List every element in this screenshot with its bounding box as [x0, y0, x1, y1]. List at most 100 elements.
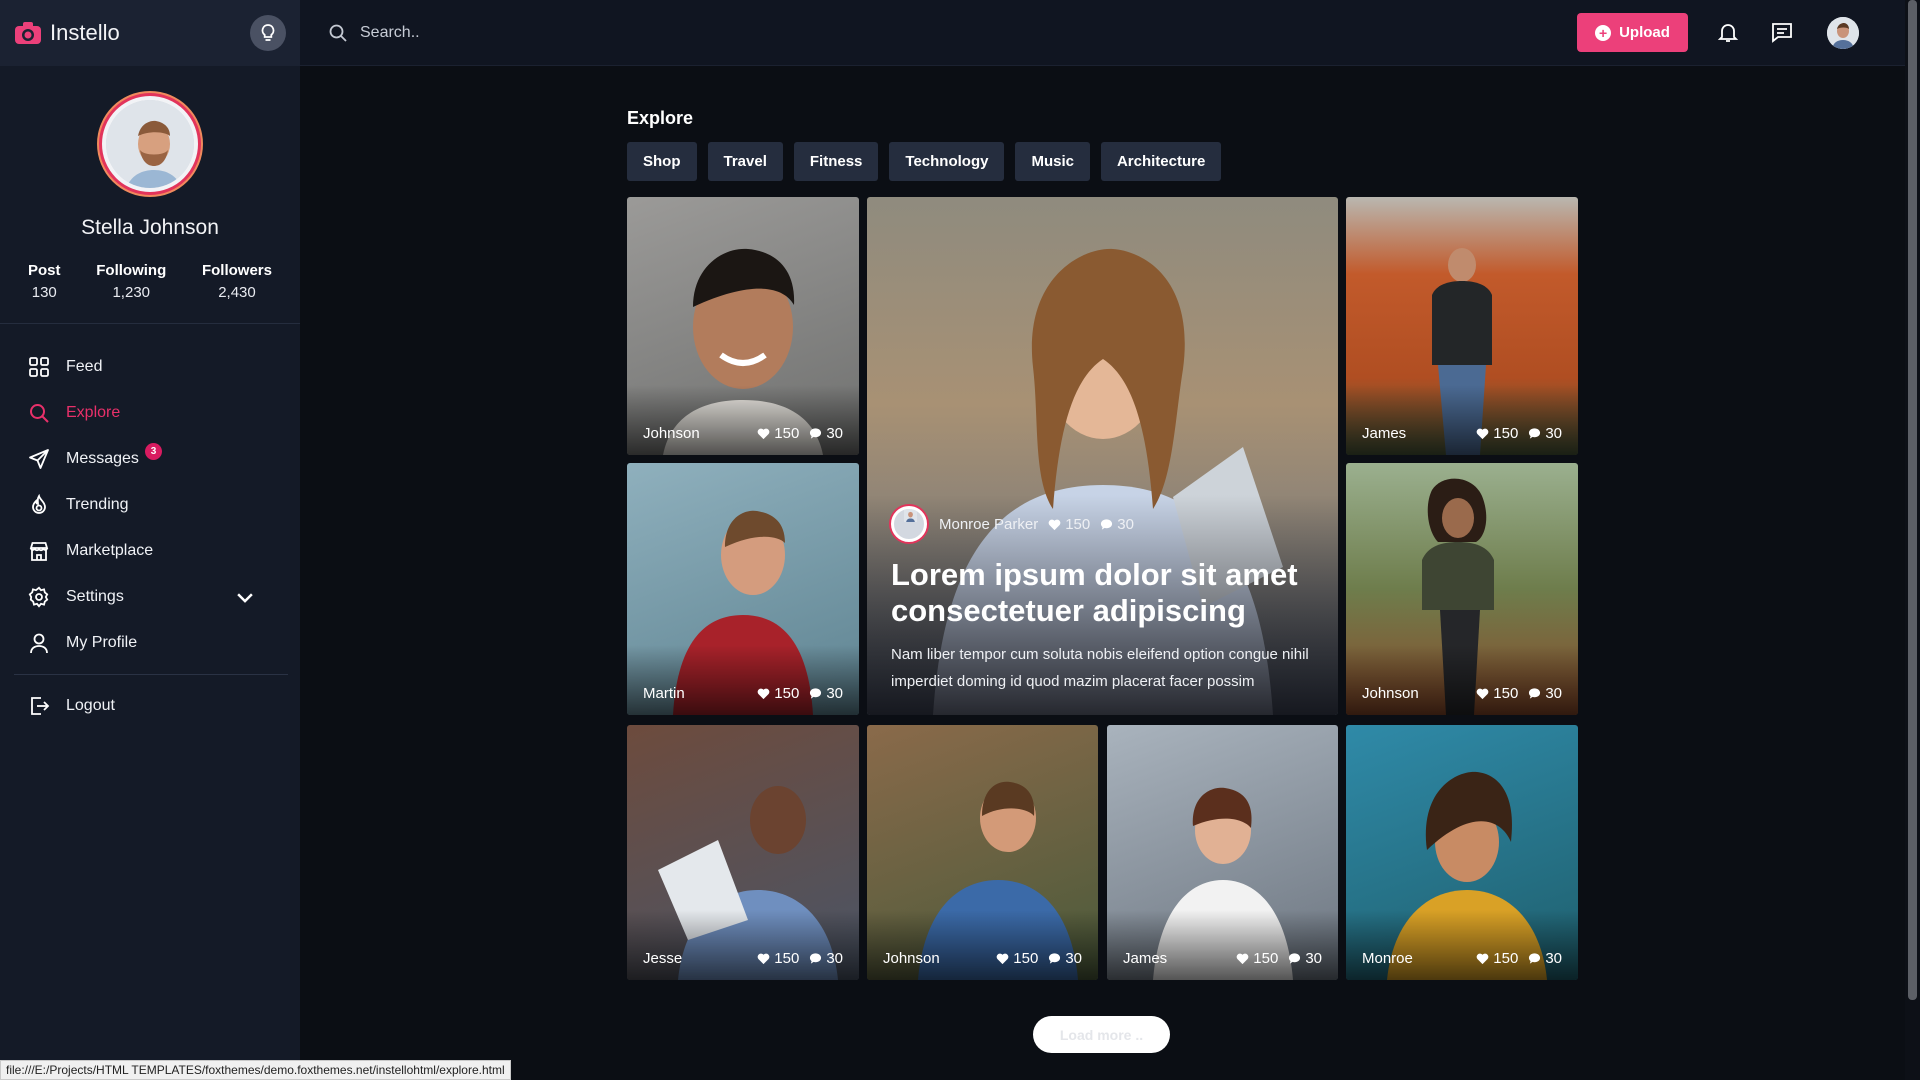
user-avatar[interactable] — [1827, 17, 1859, 49]
photo-card[interactable]: Johnson 150 30 — [627, 197, 859, 455]
photo-card[interactable]: Johnson 150 30 — [1346, 463, 1578, 715]
card-author[interactable]: James — [1362, 425, 1406, 442]
card-author[interactable]: Martin — [643, 685, 685, 702]
search-icon — [329, 24, 347, 42]
fire-icon — [32, 494, 46, 514]
stat-label: Post — [28, 262, 61, 279]
photo-card[interactable]: Monroe 150 30 — [1346, 725, 1578, 980]
sidebar-item-marketplace[interactable]: Marketplace — [0, 528, 300, 574]
card-author[interactable]: Jesse — [643, 950, 682, 967]
heart-icon[interactable] — [1476, 952, 1489, 965]
logout-label: Logout — [66, 697, 115, 714]
heart-icon[interactable] — [1048, 518, 1061, 531]
load-more-button[interactable]: Load more .. — [1033, 1016, 1170, 1053]
explore-grid: Johnson 150 30 Monroe Parker 150 30 Lore… — [627, 197, 1578, 980]
comment-icon[interactable] — [809, 952, 822, 965]
camera-logo-icon[interactable] — [14, 21, 42, 45]
card-author[interactable]: Johnson — [643, 425, 700, 442]
sidebar-item-trending[interactable]: Trending — [0, 482, 300, 528]
chevron-down-icon[interactable] — [234, 586, 256, 608]
comment-count: 30 — [1545, 950, 1562, 967]
featured-author-name[interactable]: Monroe Parker — [939, 516, 1038, 533]
comment-icon[interactable] — [1100, 518, 1113, 531]
brand-name[interactable]: Instello — [50, 20, 120, 46]
theme-toggle-button[interactable] — [250, 15, 286, 51]
vertical-scrollbar[interactable] — [1905, 0, 1920, 1080]
photo-card[interactable]: Jesse 150 30 — [627, 725, 859, 980]
search-input[interactable] — [360, 23, 860, 42]
category-shop[interactable]: Shop — [627, 142, 697, 181]
sidebar-item-label: Marketplace — [66, 542, 154, 559]
comment-icon[interactable] — [1528, 687, 1541, 700]
category-architecture[interactable]: Architecture — [1100, 142, 1222, 181]
stat-following[interactable]: Following 1,230 — [96, 262, 166, 301]
sidebar-item-settings[interactable]: Settings — [0, 574, 300, 620]
gear-icon — [28, 586, 49, 608]
scrollbar-thumb[interactable] — [1908, 0, 1917, 1000]
photo-shade — [1107, 910, 1338, 980]
search-bar — [328, 23, 860, 43]
sidebar-item-label: Trending — [66, 496, 129, 513]
featured-post-card[interactable]: Monroe Parker 150 30 Lorem ipsum dolor s… — [867, 197, 1338, 715]
sidebar-item-messages[interactable]: Messages 3 — [0, 436, 300, 482]
comment-count: 30 — [826, 425, 843, 442]
bell-icon[interactable] — [1716, 20, 1740, 44]
photo-card[interactable]: James 150 30 — [1346, 197, 1578, 455]
chat-icon[interactable] — [1770, 20, 1794, 44]
featured-post-title[interactable]: Lorem ipsum dolor sit amet consectetuer … — [891, 557, 1314, 629]
card-author[interactable]: Johnson — [883, 950, 940, 967]
heart-icon[interactable] — [757, 952, 770, 965]
photo-card[interactable]: Johnson 150 30 — [867, 725, 1098, 980]
heart-icon[interactable] — [1476, 687, 1489, 700]
heart-icon[interactable] — [757, 687, 770, 700]
category-music[interactable]: Music — [1015, 142, 1090, 181]
sidebar-item-feed[interactable]: Feed — [0, 344, 300, 390]
photo-card[interactable]: James 150 30 — [1107, 725, 1338, 980]
comment-icon[interactable] — [809, 687, 822, 700]
like-count: 150 — [1013, 950, 1039, 967]
logout-button[interactable]: Logout — [0, 683, 300, 729]
like-count: 150 — [774, 425, 800, 442]
upload-button[interactable]: + Upload — [1577, 13, 1688, 52]
heart-icon[interactable] — [1236, 952, 1249, 965]
lightbulb-icon — [261, 24, 275, 41]
heart-icon[interactable] — [1476, 427, 1489, 440]
card-meta: 150 30 — [1476, 425, 1562, 442]
comment-icon[interactable] — [1048, 952, 1061, 965]
topbar: + Upload — [300, 0, 1905, 66]
sidebar-item-label: Messages — [66, 450, 139, 467]
store-icon — [29, 542, 49, 561]
comment-icon[interactable] — [1528, 952, 1541, 965]
plus-icon: + — [1595, 24, 1612, 41]
heart-icon[interactable] — [757, 427, 770, 440]
card-author[interactable]: Monroe — [1362, 950, 1413, 967]
profile-avatar[interactable] — [102, 96, 198, 192]
photo-shade — [1346, 910, 1578, 980]
card-meta: 150 30 — [1236, 950, 1322, 967]
category-travel[interactable]: Travel — [707, 142, 783, 181]
category-technology[interactable]: Technology — [889, 142, 1005, 181]
featured-author-avatar[interactable] — [891, 506, 927, 542]
card-meta: 150 30 — [757, 950, 843, 967]
profile-name: Stella Johnson — [81, 216, 219, 239]
card-author[interactable]: Johnson — [1362, 685, 1419, 702]
photo-card[interactable]: Martin 150 30 — [627, 463, 859, 715]
comment-icon[interactable] — [1528, 427, 1541, 440]
sidebar-nav: Feed Explore Messages 3 Trending Marketp… — [0, 324, 300, 729]
sidebar-item-explore[interactable]: Explore — [0, 390, 300, 436]
comment-icon[interactable] — [1288, 952, 1301, 965]
comment-icon[interactable] — [809, 427, 822, 440]
profile-stats: Post 130 Following 1,230 Followers 2,430 — [0, 262, 300, 301]
main-content: Explore Shop Travel Fitness Technology M… — [300, 66, 1905, 1080]
category-fitness[interactable]: Fitness — [793, 142, 879, 181]
photo-shade — [1346, 645, 1578, 715]
comment-count: 30 — [1545, 425, 1562, 442]
card-meta: 150 30 — [757, 685, 843, 702]
featured-author-row: Monroe Parker 150 30 — [891, 506, 1314, 542]
card-author[interactable]: James — [1123, 950, 1167, 967]
stat-followers[interactable]: Followers 2,430 — [202, 262, 272, 301]
brand-bar: Instello — [0, 0, 300, 66]
heart-icon[interactable] — [996, 952, 1009, 965]
messages-count-badge: 3 — [145, 443, 162, 460]
sidebar-item-my-profile[interactable]: My Profile — [0, 620, 300, 666]
